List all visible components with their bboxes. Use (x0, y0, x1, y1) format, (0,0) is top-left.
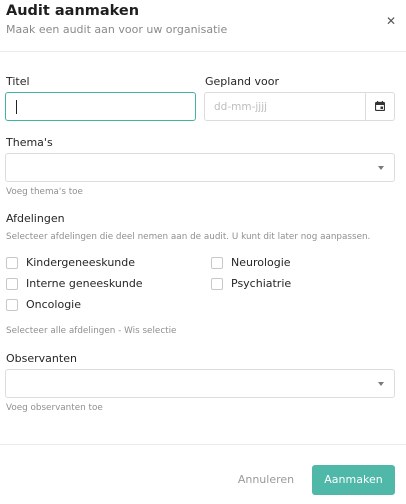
checkbox-label: Kindergeneeskunde (26, 256, 136, 269)
checkbox-neurologie[interactable]: Neurologie (211, 256, 291, 269)
observers-label: Observanten (6, 352, 77, 365)
planned-date-input[interactable]: dd-mm-jjjj (204, 92, 395, 121)
checkbox-box[interactable] (6, 277, 18, 290)
departments-label: Afdelingen (6, 212, 65, 225)
checkbox-box[interactable] (6, 256, 18, 269)
calendar-button[interactable] (365, 93, 394, 120)
chevron-down-icon (378, 166, 384, 170)
observers-select[interactable] (5, 369, 395, 398)
text-caret (16, 100, 17, 114)
themes-label: Thema's (6, 136, 53, 149)
checkbox-interne-geneeskunde[interactable]: Interne geneeskunde (6, 277, 143, 290)
themes-help: Voeg thema's toe (6, 187, 83, 197)
checkbox-label: Interne geneeskunde (26, 277, 143, 290)
checkbox-psychiatrie[interactable]: Psychiatrie (211, 277, 291, 290)
departments-help: Selecteer afdelingen die deel nemen aan … (6, 232, 371, 242)
title-label: Titel (6, 75, 30, 88)
checkbox-label: Oncologie (26, 298, 81, 311)
create-button[interactable]: Aanmaken (312, 465, 395, 495)
planned-label: Gepland voor (205, 75, 280, 88)
dialog-header: Audit aanmaken Maak een audit aan voor u… (0, 0, 406, 52)
title-input[interactable] (5, 92, 196, 121)
dialog-footer: Annuleren Aanmaken (0, 444, 406, 504)
dialog-title: Audit aanmaken (6, 3, 140, 19)
calendar-icon (375, 101, 385, 111)
checkbox-kindergeneeskunde[interactable]: Kindergeneeskunde (6, 256, 135, 269)
checkbox-oncologie[interactable]: Oncologie (6, 298, 81, 311)
dialog-subtitle: Maak een audit aan voor uw organisatie (6, 23, 228, 36)
observers-help: Voeg observanten toe (6, 403, 103, 413)
checkbox-box[interactable] (211, 256, 223, 269)
checkbox-label: Psychiatrie (231, 277, 292, 290)
checkbox-box[interactable] (211, 277, 223, 290)
close-icon[interactable]: ✕ (383, 13, 399, 29)
checkbox-label: Neurologie (231, 256, 291, 269)
select-all-links[interactable]: Selecteer alle afdelingen - Wis selectie (6, 326, 176, 336)
date-placeholder: dd-mm-jjjj (214, 101, 268, 113)
cancel-button[interactable]: Annuleren (227, 465, 305, 495)
themes-select[interactable] (5, 153, 395, 182)
checkbox-box[interactable] (6, 298, 18, 311)
chevron-down-icon (378, 382, 384, 386)
